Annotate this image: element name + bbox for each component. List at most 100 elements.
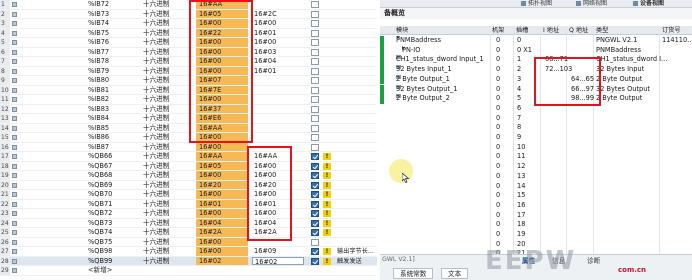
row-handle-icon[interactable] [11, 238, 18, 247]
modify-value-cell[interactable] [252, 76, 304, 85]
address-cell[interactable]: <新增> [88, 266, 112, 276]
modify-value-cell[interactable] [252, 0, 304, 9]
device-row[interactable]: PN-IO 0 0 X1 PNMBaddress [380, 45, 692, 56]
col-i-address[interactable]: I 地址 [543, 26, 559, 35]
modify-value-cell[interactable]: 16#04 [252, 57, 304, 66]
address-cell[interactable]: %IB83 [88, 105, 109, 115]
device-row[interactable]: 0 14 [380, 182, 692, 192]
table-row[interactable]: 23 %QB72 十六进制 16#00 16#00! [0, 209, 377, 219]
row-handle-icon[interactable] [11, 143, 18, 152]
address-cell[interactable]: %QB68 [88, 171, 112, 181]
row-handle-icon[interactable] [11, 247, 18, 256]
modify-value-cell[interactable] [252, 124, 304, 133]
modify-value-cell[interactable] [252, 95, 304, 104]
format-cell[interactable]: 十六进制 [143, 228, 169, 238]
device-row[interactable]: 0 10 [380, 143, 692, 153]
row-handle-icon[interactable] [11, 124, 18, 133]
modify-value-cell[interactable]: 16#01 [252, 67, 304, 76]
address-cell[interactable]: %IB79 [88, 67, 109, 77]
address-cell[interactable]: %QB74 [88, 228, 112, 238]
table-row[interactable]: 24 %QB73 十六进制 16#04 16#04! [0, 218, 377, 228]
table-row[interactable]: 16 %IB87 十六进制 16#00 [0, 142, 377, 153]
format-cell[interactable]: 十六进制 [143, 57, 169, 67]
device-row[interactable]: 0 15 [380, 191, 692, 201]
address-cell[interactable]: %QB70 [88, 190, 112, 200]
row-handle-icon[interactable] [11, 266, 18, 275]
row-handle-icon[interactable] [11, 257, 18, 266]
format-cell[interactable]: 十六进制 [143, 143, 169, 153]
row-handle-icon[interactable] [11, 38, 18, 47]
address-cell[interactable]: %IB77 [88, 48, 109, 58]
modify-checkbox[interactable] [311, 181, 319, 189]
modify-checkbox[interactable] [311, 134, 319, 141]
format-cell[interactable]: 十六进制 [143, 238, 169, 248]
modify-value-cell[interactable] [252, 133, 304, 142]
modify-value-cell[interactable] [252, 114, 304, 123]
table-row[interactable]: 19 %QB68 十六进制 16#00 16#00! [0, 171, 377, 181]
device-row[interactable]: PNMBaddress 0 0 PNGWL V2.1 114110... [380, 36, 692, 46]
format-cell[interactable]: 十六进制 [143, 162, 169, 172]
col-q-address[interactable]: Q 地址 [569, 26, 588, 35]
format-cell[interactable]: 十六进制 [143, 133, 169, 143]
row-handle-icon[interactable] [11, 200, 18, 209]
format-cell[interactable]: 十六进制 [143, 67, 169, 77]
device-row[interactable]: 07 [380, 114, 692, 124]
modify-checkbox[interactable] [311, 210, 319, 217]
address-cell[interactable]: %QB71 [88, 200, 112, 210]
comment-cell[interactable]: 输出字节长... [337, 247, 374, 257]
row-handle-icon[interactable] [11, 228, 18, 237]
modify-checkbox[interactable] [311, 39, 319, 46]
table-row[interactable]: 28 %QB99 十六进制 16#02 16#02! 触发发送 [0, 256, 377, 267]
device-row[interactable]: 0 18 [380, 220, 692, 230]
address-cell[interactable]: %IB81 [88, 86, 109, 96]
table-row[interactable]: 26 %QB75 十六进制 16#00 [0, 237, 377, 248]
modify-checkbox[interactable] [311, 162, 319, 170]
row-handle-icon[interactable] [11, 19, 18, 28]
format-cell[interactable]: 十六进制 [143, 124, 169, 134]
row-handle-icon[interactable] [11, 209, 18, 218]
format-cell[interactable]: 十六进制 [143, 76, 169, 86]
row-handle-icon[interactable] [11, 86, 18, 95]
modify-value-cell[interactable]: 16#09 [252, 247, 304, 256]
format-cell[interactable]: 十六进制 [143, 209, 169, 219]
address-cell[interactable]: %QB66 [88, 152, 112, 162]
tab-system-constants[interactable]: 系统常数 [393, 268, 434, 279]
format-cell[interactable]: 十六进制 [143, 38, 169, 48]
format-cell[interactable]: 十六进制 [143, 181, 169, 191]
modify-checkbox[interactable] [311, 200, 319, 208]
table-row[interactable]: 20 %QB69 十六进制 16#20 16#20! [0, 180, 377, 191]
address-cell[interactable]: %IB87 [88, 143, 109, 153]
format-cell[interactable]: 十六进制 [143, 152, 169, 162]
modify-value-cell[interactable]: 16#02 [252, 256, 304, 266]
address-cell[interactable]: %IB76 [88, 38, 109, 48]
format-cell[interactable]: 十六进制 [143, 105, 169, 115]
row-handle-icon[interactable] [11, 133, 18, 142]
address-cell[interactable]: %QB69 [88, 181, 112, 191]
modify-value-cell[interactable]: 16#03 [252, 48, 304, 57]
format-cell[interactable]: 十六进制 [143, 95, 169, 105]
modify-checkbox[interactable] [311, 143, 319, 151]
row-handle-icon[interactable] [11, 10, 18, 19]
modify-checkbox[interactable] [311, 67, 319, 75]
col-module[interactable]: 模块 [396, 26, 408, 35]
col-type[interactable]: 类型 [596, 26, 608, 35]
modify-checkbox[interactable] [311, 124, 319, 132]
address-cell[interactable]: %IB85 [88, 124, 109, 134]
table-row[interactable]: 27 %QB98 十六进制 16#00 16#09! 输出字节长... [0, 247, 377, 257]
device-row[interactable]: 0 11 [380, 152, 692, 162]
modify-checkbox[interactable] [311, 115, 319, 122]
row-handle-icon[interactable] [11, 67, 18, 76]
modify-value-cell[interactable] [252, 86, 304, 95]
table-row[interactable]: 29 <新增> [0, 266, 377, 276]
modify-checkbox[interactable] [311, 48, 319, 56]
modify-checkbox[interactable] [311, 86, 319, 94]
format-cell[interactable]: 十六进制 [143, 171, 169, 181]
modify-checkbox[interactable] [311, 29, 319, 37]
tab-device-view[interactable]: 设备视图 [633, 0, 664, 8]
modify-checkbox[interactable] [311, 20, 319, 27]
modify-checkbox[interactable] [311, 219, 319, 227]
format-cell[interactable]: 十六进制 [143, 247, 169, 257]
modify-checkbox[interactable] [311, 191, 319, 198]
col-order-number[interactable]: 订货号 [662, 26, 681, 35]
address-cell[interactable]: %QB99 [88, 257, 112, 267]
